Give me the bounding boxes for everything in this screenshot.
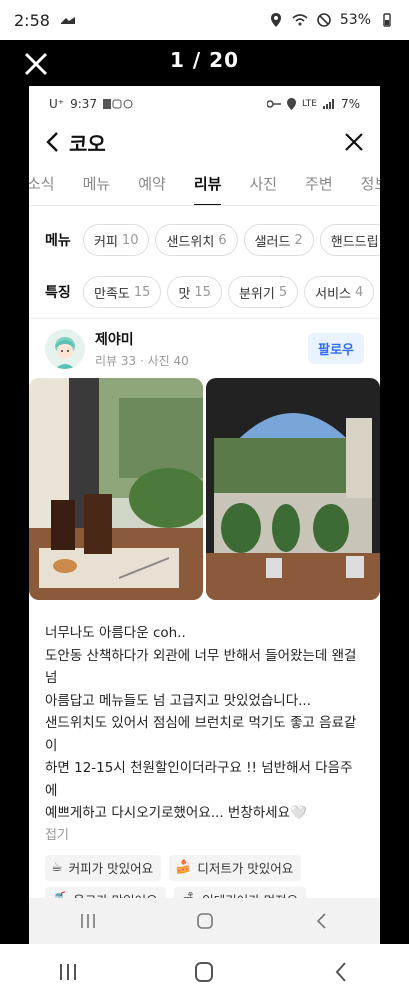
review-text-line: 샌드위치도 있어서 점심에 브런치로 먹기도 좋고 음료같이 [45, 715, 357, 754]
chip-label: 샌드위치 [166, 234, 215, 250]
review-header: 제야미 리뷰 33 · 사진 40 팔로우 [29, 318, 380, 378]
reviewer-name[interactable]: 제야미 [95, 329, 189, 349]
back-icon [335, 962, 346, 982]
inner-recents-icon [80, 914, 95, 928]
status-bar: 2:58 53% [0, 0, 409, 40]
keyword-tag: 🍰 디저트가 맛있어요 [169, 854, 302, 881]
keyword-tag: ☕ 커피가 맛있어요 [45, 854, 162, 881]
place-title: 코오 [69, 131, 106, 156]
chip-count: 6 [218, 232, 227, 248]
feature-filter-row: 특징 만족도 15 맛 15 분위기 5 서비스 4 [29, 266, 380, 318]
review-text-line: 너무나도 아름다운 coh.. [45, 625, 186, 641]
menu-chip[interactable]: 커피 10 [83, 224, 150, 256]
chip-label: 커피 [94, 234, 118, 250]
place-tabs: 소식메뉴예약리뷰사진주변정보 [29, 162, 380, 206]
inner-time: 9:37 [70, 97, 98, 111]
battery-icon [383, 13, 391, 27]
menu-chip[interactable]: 샐러드 2 [243, 224, 314, 256]
inner-signal-icon [322, 99, 334, 109]
review-text-line: 도안동 산책하다가 외관에 너무 반해서 들어왔는데 왠걸 넘 [45, 647, 357, 687]
chip-count: 15 [133, 284, 151, 300]
home-button[interactable] [184, 957, 224, 987]
tab-6[interactable]: 정보 [347, 162, 380, 205]
keyword-tag-icon: 🍰 [175, 860, 192, 875]
feature-chip[interactable]: 만족도 15 [83, 276, 162, 308]
feature-chip[interactable]: 분위기 5 [227, 276, 299, 308]
review-photos [29, 378, 380, 600]
inner-carrier: U⁺ [49, 97, 65, 111]
chip-label: 분위기 [238, 286, 275, 302]
chip-label: 맛 [178, 286, 191, 302]
keyword-tag-label: 커피가 맛있어요 [68, 861, 154, 876]
review-photo-cafe-table[interactable] [29, 378, 203, 600]
inner-nav-bar [29, 898, 380, 944]
back-button[interactable] [321, 957, 361, 987]
review-text-line: 예쁘게하고 다시오기로했어요... 번창하세요🤍 [45, 805, 307, 821]
viewer-toolbar: 1 / 20 [0, 40, 409, 86]
battery-percent: 53% [339, 12, 371, 28]
avatar[interactable] [45, 328, 85, 369]
chip-count: 15 [194, 284, 211, 300]
tab-4[interactable]: 사진 [235, 162, 291, 205]
menu-filter-row: 메뉴 커피10샌드위치6샐러드2핸드드립2 [29, 214, 380, 266]
tab-0[interactable]: 소식 [29, 162, 69, 205]
review-text-line: 아름답고 메뉴들도 넘 고급지고 맛있었습니다... [45, 692, 312, 709]
location-icon [270, 13, 281, 27]
chip-label: 서비스 [315, 286, 352, 302]
screen: 2:58 53% 1 / 20 U⁺ 9:37 LTE 7% 코오 소식 메뉴 … [0, 0, 409, 1000]
system-nav-bar [0, 944, 409, 1000]
menu-chip[interactable]: 핸드드립2 [319, 224, 380, 256]
status-time: 2:58 [14, 10, 50, 30]
chip-label: 샐러드 [254, 234, 291, 250]
inner-key-icon [266, 100, 281, 108]
feature-chip[interactable]: 맛 15 [167, 276, 222, 308]
avatar-illustration [45, 328, 85, 369]
review-text-line: 하면 12-15시 천원할인이더라구요 !! 넘반해서 다음주에 [45, 760, 353, 799]
recents-icon [60, 964, 77, 980]
keyword-tag-label: 디저트가 맛있어요 [197, 861, 294, 876]
place-header: 코오 [29, 122, 380, 162]
chip-label: 만족도 [94, 286, 130, 302]
back-arrow-icon[interactable] [45, 131, 61, 153]
inner-home-icon [196, 913, 213, 929]
feature-filter-label: 특징 [45, 285, 71, 301]
do-not-disturb-icon [317, 13, 331, 27]
home-icon [195, 962, 214, 982]
feature-chip[interactable]: 서비스 4 [304, 276, 375, 308]
follow-button[interactable]: 팔로우 [308, 333, 364, 364]
inner-location-icon [286, 98, 296, 110]
tab-strip: 소식메뉴예약리뷰사진주변정보 [29, 162, 380, 205]
chip-count: 10 [121, 232, 139, 248]
inner-network: LTE [301, 99, 317, 109]
inner-back-icon [316, 913, 326, 929]
tab-3[interactable]: 리뷰 [180, 162, 236, 205]
inner-app-icons [103, 99, 133, 109]
inner-battery: 7% [340, 97, 360, 111]
image-counter: 1 / 20 [170, 48, 239, 72]
inner-status-bar: U⁺ 9:37 LTE 7% [29, 86, 380, 122]
keyword-tag-icon: ☕ [51, 860, 63, 875]
wifi-icon [292, 14, 308, 26]
review-text: 너무나도 아름다운 coh.. 도안동 산책하다가 외관에 너무 반해서 들어왔는… [29, 600, 380, 825]
app-notification-icon [60, 17, 75, 24]
tab-5[interactable]: 주변 [291, 162, 347, 205]
tab-1[interactable]: 메뉴 [69, 162, 125, 205]
chip-count: 2 [294, 232, 303, 248]
reviewer-meta: 리뷰 33 · 사진 40 [95, 353, 189, 368]
chip-count: 4 [355, 284, 364, 300]
chip-count: 5 [278, 284, 288, 300]
recents-button[interactable] [48, 957, 88, 987]
close-icon[interactable] [344, 132, 364, 152]
screenshot-image: U⁺ 9:37 LTE 7% 코오 소식메뉴예약리뷰사진주변정보 메뉴 커피10… [29, 86, 380, 944]
review-photo-arched-window[interactable] [206, 378, 380, 600]
tab-2[interactable]: 예약 [124, 162, 180, 205]
fold-link[interactable]: 접기 [29, 825, 380, 849]
menu-filter-label: 메뉴 [45, 233, 71, 249]
chip-label: 핸드드립 [330, 234, 379, 250]
menu-chip[interactable]: 샌드위치 6 [155, 224, 238, 256]
